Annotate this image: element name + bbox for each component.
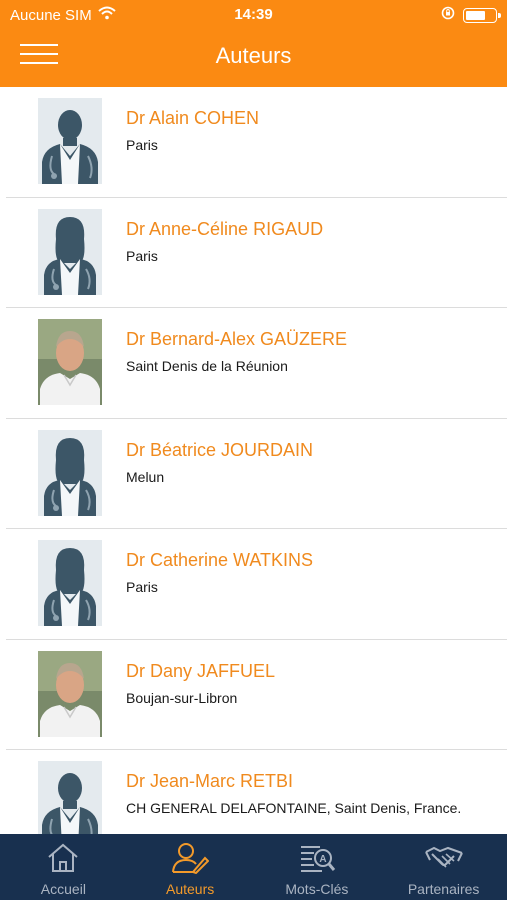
author-name: Dr Dany JAFFUEL: [126, 660, 276, 681]
author-avatar: [38, 319, 102, 405]
status-bar: Aucune SIM 14:39: [0, 0, 507, 30]
authors-list[interactable]: Dr Alain COHEN Paris Dr Anne-Céline RIGA…: [0, 87, 507, 834]
tab-accueil[interactable]: Accueil: [0, 834, 127, 900]
list-item[interactable]: Dr Catherine WATKINS Paris: [6, 529, 507, 640]
author-name: Dr Jean-Marc RETBI: [126, 771, 294, 791]
carrier-label: Aucune SIM: [10, 6, 92, 24]
home-icon: [46, 842, 80, 879]
list-item[interactable]: Dr Dany JAFFUEL Boujan-sur-Libron: [6, 640, 507, 750]
author-avatar: [38, 429, 102, 516]
battery-icon: [463, 7, 501, 23]
list-item[interactable]: Dr Béatrice JOURDAIN Melun: [6, 419, 507, 529]
author-name: Dr Béatrice JOURDAIN: [126, 439, 314, 460]
author-avatar: [38, 98, 102, 184]
list-item[interactable]: Dr Jean-Marc RETBI CH GENERAL DELAFONTAI…: [6, 750, 507, 834]
tab-bar: Accueil Auteurs A Mots-Clés Partenaires: [0, 834, 507, 900]
tab-mots-cles[interactable]: A Mots-Clés: [254, 834, 381, 900]
author-name: Dr Catherine WATKINS: [126, 550, 314, 570]
list-item[interactable]: Dr Alain COHEN Paris: [6, 87, 507, 198]
hamburger-menu-icon[interactable]: [20, 44, 58, 66]
app-header: Aucune SIM 14:39 Auteurs: [0, 0, 507, 87]
tab-label: Partenaires: [407, 881, 480, 897]
tab-label: Auteurs: [166, 881, 215, 897]
tab-partenaires[interactable]: Partenaires: [380, 834, 507, 900]
status-left: Aucune SIM: [10, 6, 116, 24]
handshake-icon: [424, 842, 464, 879]
author-city: Paris: [126, 247, 158, 264]
author-city: Saint Denis de la Réunion: [126, 358, 288, 374]
svg-text:A: A: [319, 854, 326, 865]
author-avatar: [38, 650, 102, 737]
page-title: Auteurs: [215, 43, 292, 68]
author-name: Dr Anne-Céline RIGAUD: [126, 218, 324, 239]
author-avatar: [38, 540, 102, 626]
tab-auteurs[interactable]: Auteurs: [127, 834, 254, 900]
author-icon: [171, 842, 210, 879]
keywords-icon: A: [298, 842, 336, 879]
author-city: Paris: [126, 579, 158, 595]
list-item[interactable]: Dr Bernard-Alex GAÜZERE Saint Denis de l…: [6, 308, 507, 419]
author-city: CH GENERAL DELAFONTAINE, Saint Denis, Fr…: [126, 800, 462, 816]
tab-label: Mots-Clés: [285, 881, 349, 897]
tab-label: Accueil: [40, 881, 86, 897]
status-right: [441, 6, 501, 24]
author-avatar: [38, 761, 102, 834]
author-city: Paris: [126, 137, 158, 153]
list-item[interactable]: Dr Anne-Céline RIGAUD Paris: [6, 198, 507, 308]
author-city: Boujan-sur-Libron: [126, 689, 238, 706]
author-name: Dr Alain COHEN: [126, 108, 260, 128]
battery-level: [466, 10, 485, 20]
author-name: Dr Bernard-Alex GAÜZERE: [126, 329, 348, 349]
wifi-icon: [98, 6, 116, 24]
author-city: Melun: [126, 468, 165, 485]
author-avatar: [38, 208, 102, 295]
orientation-lock-icon: [441, 6, 455, 24]
